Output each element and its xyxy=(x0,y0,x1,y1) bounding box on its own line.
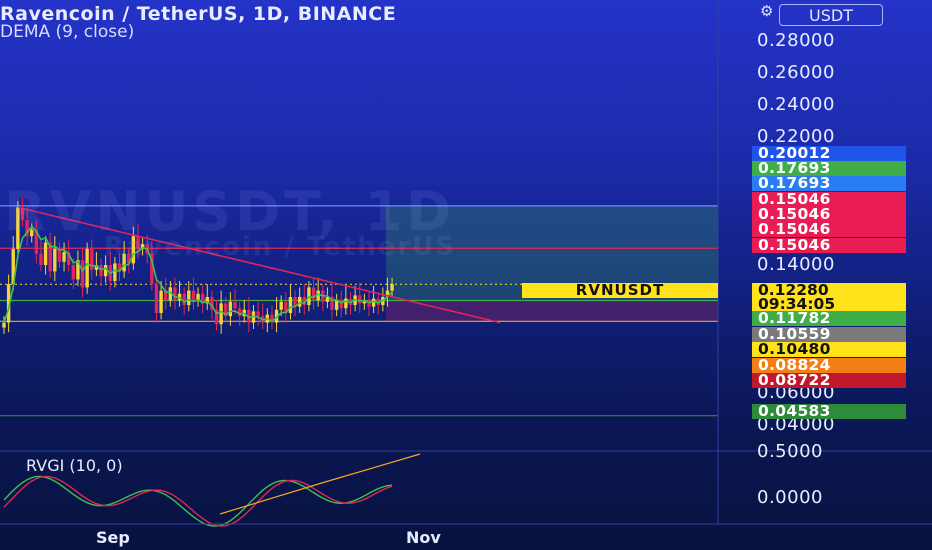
candle-body xyxy=(311,287,316,301)
price-badge: 0.08722 xyxy=(752,372,906,388)
symbol-watermark-sub: Ravencoin / TetherUS xyxy=(104,232,457,262)
rvgi-legend[interactable]: RVGI (10, 0) xyxy=(26,456,123,475)
currency-button[interactable]: USDT xyxy=(779,4,883,26)
candle-body xyxy=(39,253,43,265)
candle-body xyxy=(80,260,85,288)
candle-body xyxy=(99,265,103,277)
symbol-price-label: RVNUSDT xyxy=(522,283,718,298)
current-price-badge: 0.12280 09:34:05 xyxy=(752,282,906,313)
candle-body xyxy=(191,290,196,301)
candle-body xyxy=(43,242,48,265)
price-badge: 0.15046 xyxy=(752,237,906,253)
candle-body xyxy=(196,293,200,301)
candle-body xyxy=(182,293,186,305)
candle-body xyxy=(154,284,159,313)
time-tick-nov: Nov xyxy=(406,528,441,547)
candle-body xyxy=(371,298,376,307)
candle-body xyxy=(62,252,66,262)
price-tick: 0.14000 xyxy=(757,254,835,275)
candle-body xyxy=(256,311,260,317)
candle-body xyxy=(228,301,233,317)
candle-body xyxy=(71,265,75,280)
candle-body xyxy=(159,290,163,313)
rvgi-tick-zero: 0.0000 xyxy=(757,487,823,508)
price-badge: 0.10480 xyxy=(752,341,906,357)
rvgi-divergence-line xyxy=(219,481,326,515)
price-badge: 0.04583 xyxy=(752,403,906,419)
candle-body xyxy=(85,249,89,288)
candle-body xyxy=(173,287,177,301)
bar-countdown: 09:34:05 xyxy=(758,295,836,313)
loss-zone xyxy=(386,300,718,322)
candle-body xyxy=(113,263,117,281)
rvgi-signal-line xyxy=(3,475,393,527)
candle-body xyxy=(187,290,191,305)
candle-body xyxy=(53,249,57,272)
price-badge: 0.11782 xyxy=(752,310,906,326)
price-tick: 0.24000 xyxy=(757,94,835,115)
candle-body xyxy=(334,300,339,310)
time-tick-sep: Sep xyxy=(96,528,130,547)
candle-body xyxy=(288,297,293,313)
indicator-legend[interactable]: DEMA (9, close) xyxy=(0,22,134,42)
price-badge: 0.17693 xyxy=(752,175,906,191)
candle-body xyxy=(358,295,362,304)
candle-body xyxy=(219,303,223,325)
candle-body xyxy=(279,301,283,310)
candle-body xyxy=(57,249,62,262)
candle-body xyxy=(344,298,348,309)
price-badge: 0.15046 xyxy=(752,221,906,237)
rvgi-divergence-line-ext xyxy=(324,453,421,483)
price-tick: 0.26000 xyxy=(757,62,835,83)
candle-body xyxy=(390,284,394,291)
candle-body xyxy=(233,301,237,309)
rvgi-line xyxy=(3,475,393,527)
rvgi-tick-top: 0.5000 xyxy=(757,441,823,462)
candle-body xyxy=(297,297,302,307)
candle-body xyxy=(2,322,6,328)
gear-icon[interactable]: ⚙ xyxy=(760,2,773,20)
price-tick: 0.28000 xyxy=(757,30,835,51)
